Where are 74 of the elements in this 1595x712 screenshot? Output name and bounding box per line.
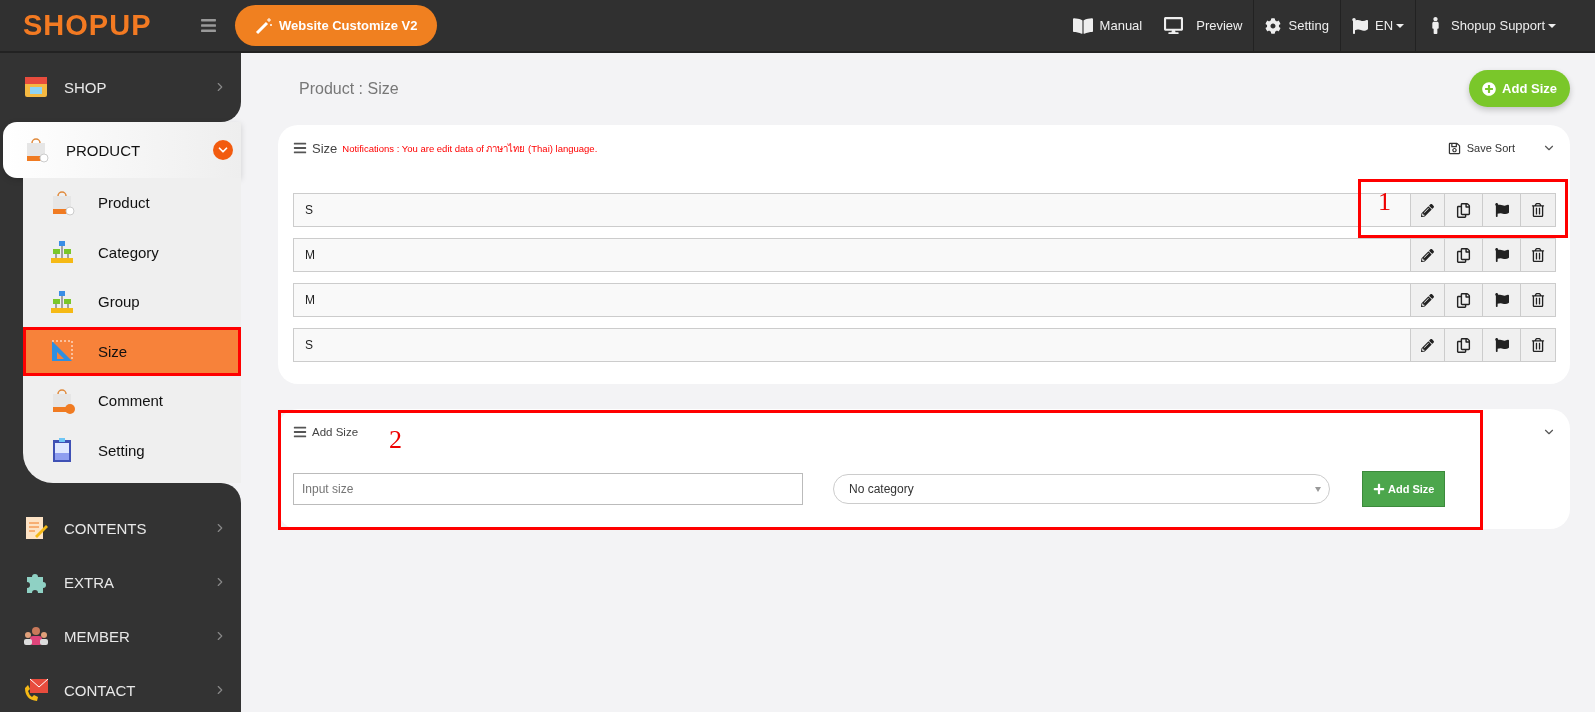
copy-button[interactable] [1445,238,1483,272]
flag-icon [1494,248,1509,262]
top-nav-link[interactable]: Preview [1153,0,1254,51]
trash-icon [1531,248,1545,262]
submenu-item[interactable]: Product [23,178,241,228]
flag-button[interactable] [1483,283,1521,317]
flag-button[interactable] [1483,328,1521,362]
menu-icon [293,425,307,439]
card-title: Size [312,140,338,156]
sidebar-item[interactable]: CONTENTS [0,501,241,555]
submenu-item[interactable]: Setting [23,425,241,475]
caret-icon [1396,23,1405,28]
copy-icon [1456,337,1471,353]
flag-button[interactable] [1483,238,1521,272]
caret-icon [1548,23,1556,28]
flag-icon [1494,338,1509,352]
flag-icon [1494,203,1509,217]
copy-icon [1456,202,1471,218]
annotation-number: 2 [389,425,402,455]
chevron-down-icon [213,140,233,160]
list-row-value[interactable]: M [293,283,1411,317]
magic-wand-icon [255,16,273,35]
trash-icon [1531,338,1545,352]
plus-icon [1373,483,1385,495]
menu-icon [293,141,307,155]
top-nav-link[interactable]: EN [1339,0,1416,51]
delete-button[interactable] [1521,283,1556,317]
caret-icon [1315,486,1321,492]
sidebar-item[interactable]: CONTACT [0,663,241,712]
submenu-item[interactable]: Size [23,326,241,376]
page-title: Product : Size [299,79,399,98]
list-row-value[interactable]: M [293,238,1411,272]
logo: SHOPUP [22,9,153,42]
submenu-item[interactable]: Comment [23,376,241,426]
envelope-phone-icon [22,676,50,704]
trash-icon [1531,293,1545,307]
book-icon [1072,15,1093,36]
top-nav-link[interactable]: Setting [1253,0,1340,51]
menu-icon[interactable] [200,17,217,34]
monitor-icon [1164,16,1184,35]
save-sort-button[interactable]: Save Sort [1441,140,1521,156]
copy-button[interactable] [1445,283,1483,317]
copy-button[interactable] [1445,193,1483,227]
language-notice: Notifications : You are edit data of ภาษาไทย (Thai) language. [342,141,598,156]
pencil-icon [1421,248,1434,262]
trash-icon [1531,203,1545,217]
copy-icon [1456,292,1471,308]
size-input-field[interactable]: Input size [293,473,803,505]
flag-button[interactable] [1483,193,1521,227]
submenu-item[interactable]: Category [23,227,241,277]
pencil-icon [1421,338,1434,352]
list-row-value[interactable]: S [293,328,1411,362]
sidebar-item[interactable]: EXTRA [0,555,241,609]
edit-button[interactable] [1411,193,1445,227]
pencil-icon [1421,203,1434,217]
copy-icon [1456,247,1471,263]
submenu-item[interactable]: Group [23,277,241,327]
copy-button[interactable] [1445,328,1483,362]
settings-icon [1265,17,1282,34]
sidebar-item[interactable]: PRODUCT [3,122,241,178]
delete-button[interactable] [1521,193,1556,227]
top-nav-link[interactable]: Manual [1061,0,1154,51]
pencil-icon [1421,293,1434,307]
edit-button[interactable] [1411,283,1445,317]
delete-button[interactable] [1521,238,1556,272]
flag-icon [1494,293,1509,307]
edit-button[interactable] [1411,238,1445,272]
card-title: Add Size [312,426,359,438]
top-nav-link[interactable]: Shopup Support [1415,0,1567,51]
save-icon [1447,141,1461,155]
edit-button[interactable] [1411,328,1445,362]
flag-icon [1351,17,1368,34]
delete-button[interactable] [1521,328,1556,362]
sidebar-item[interactable]: MEMBER [0,609,241,663]
